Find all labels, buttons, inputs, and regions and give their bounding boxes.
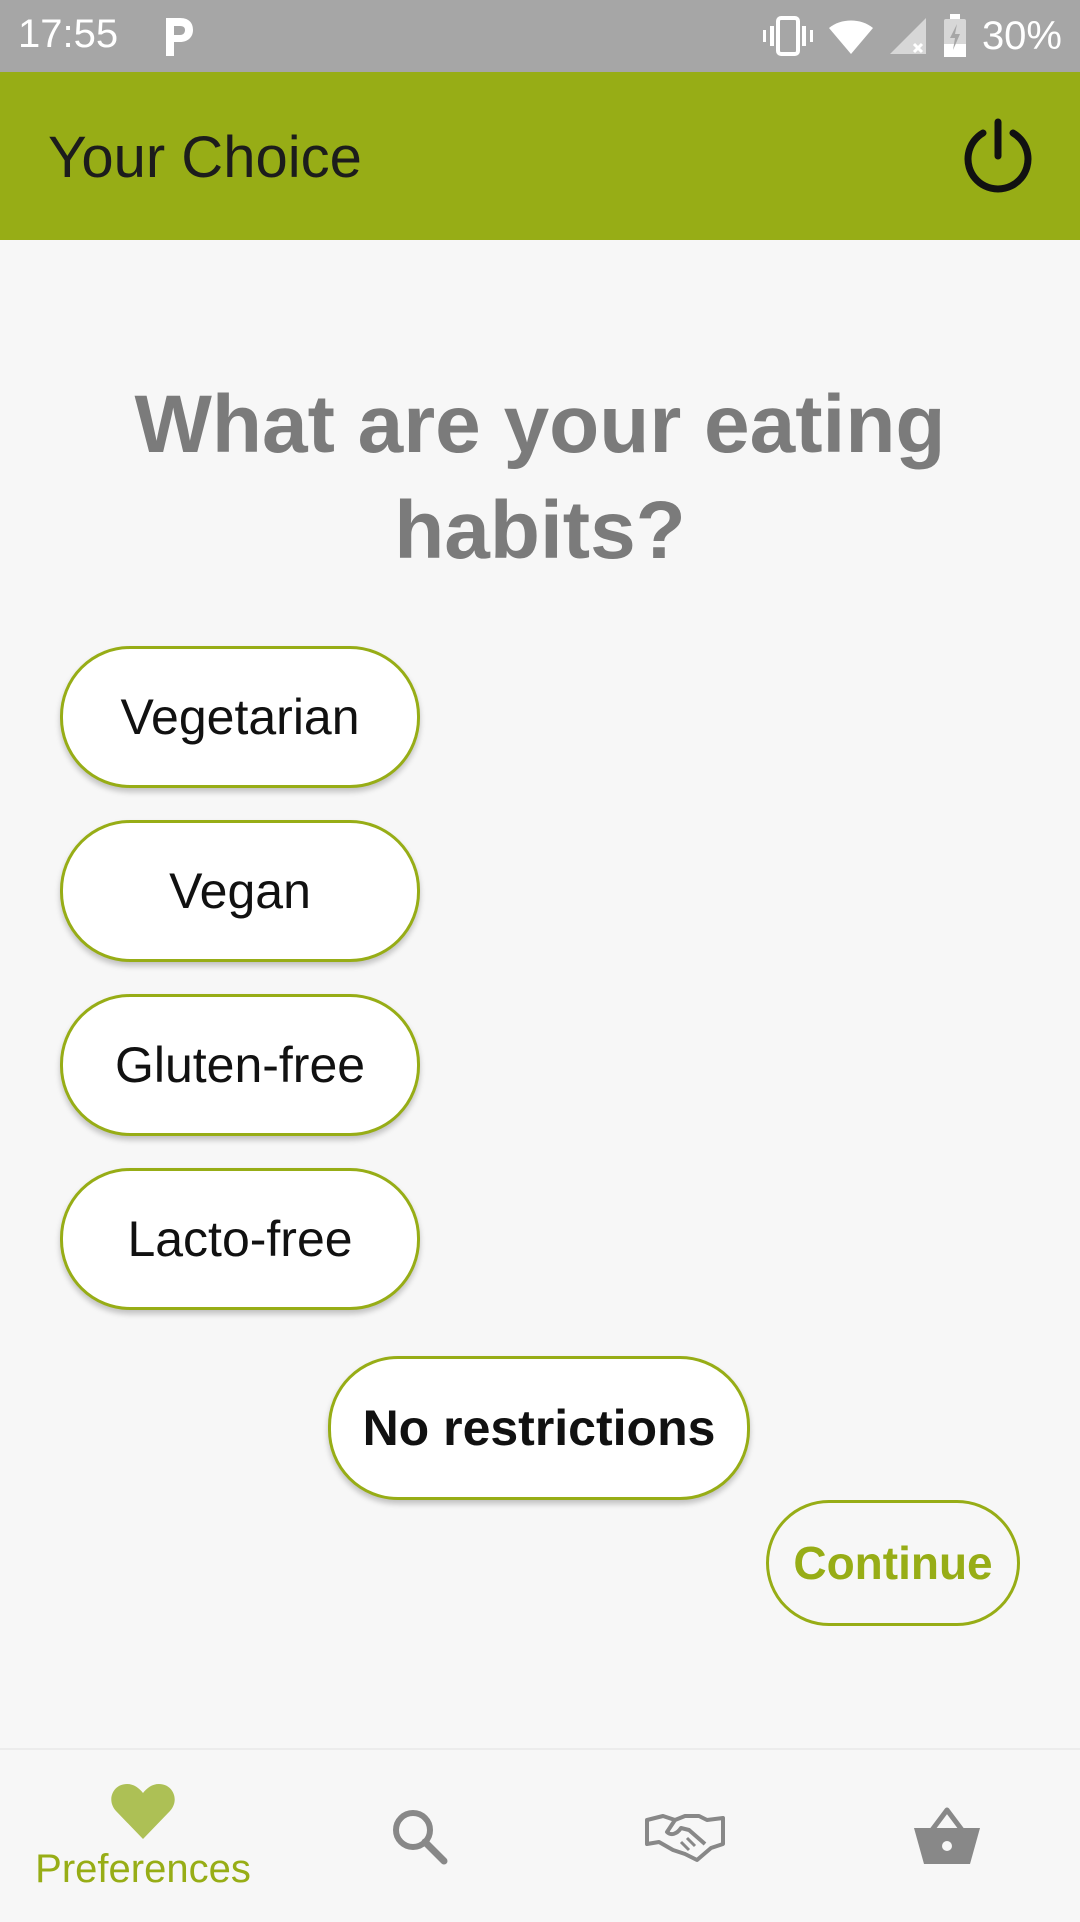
handshake-icon (645, 1814, 725, 1862)
vibrate-icon (762, 16, 813, 56)
power-button[interactable] (956, 114, 1040, 198)
bottom-navigation: Preferences (0, 1748, 1080, 1922)
app-title: Your Choice (48, 125, 362, 190)
nav-deals[interactable] (550, 1750, 820, 1922)
option-vegan[interactable]: Vegan (60, 820, 420, 962)
nav-basket[interactable] (812, 1750, 1080, 1922)
battery-icon (943, 14, 966, 57)
nav-preferences-label: Preferences (35, 1846, 251, 1891)
signal-icon (889, 18, 926, 54)
status-icons: 30% (762, 12, 1062, 60)
option-no-restrictions[interactable]: No restrictions (328, 1356, 750, 1500)
question-heading: What are your eating habits? (134, 379, 946, 576)
heart-icon (111, 1783, 175, 1839)
nav-search[interactable] (284, 1750, 554, 1922)
option-vegetarian[interactable]: Vegetarian (60, 646, 420, 788)
battery-percent: 30% (981, 13, 1062, 58)
wifi-icon (828, 20, 873, 54)
basket-icon (914, 1807, 980, 1864)
search-icon (393, 1810, 448, 1865)
parking-app-icon (166, 18, 193, 56)
app-bar: Your Choice (0, 72, 1080, 240)
option-gluten-free[interactable]: Gluten-free (60, 994, 420, 1136)
status-bar: 17:55 30% (0, 0, 1080, 72)
power-icon (964, 118, 1032, 193)
continue-button[interactable]: Continue (766, 1500, 1020, 1626)
status-time: 17:55 (18, 12, 119, 56)
option-lacto-free[interactable]: Lacto-free (60, 1168, 420, 1310)
nav-preferences[interactable]: Preferences (8, 1750, 278, 1922)
